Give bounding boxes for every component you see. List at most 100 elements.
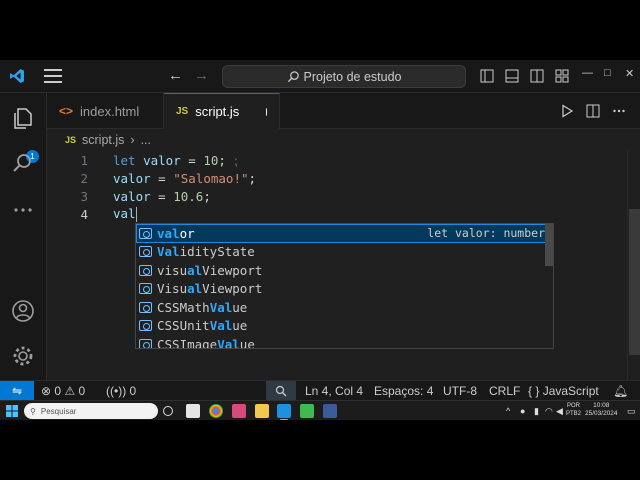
suggest-widget: val or let valor: number Val idityState vi… — [135, 223, 554, 349]
language-label: JavaScript — [542, 384, 599, 398]
maximize-button[interactable]: □ — [604, 67, 611, 79]
semicolon: ; — [218, 152, 226, 168]
code-line: 1 let valor = 10; ⁏ — [47, 151, 627, 169]
line-ending[interactable]: CRLF — [489, 384, 520, 398]
volume-icon[interactable]: ◀ — [556, 406, 563, 417]
code-line: 3 valor = 10.6; — [47, 187, 627, 205]
more-icon[interactable] — [10, 197, 36, 223]
customize-layout-icon[interactable] — [555, 69, 569, 83]
command-center-search[interactable]: Projeto de estudo — [222, 65, 466, 88]
breadcrumb: JS script.js › ... — [47, 129, 640, 151]
account-icon[interactable] — [10, 298, 36, 324]
search-icon — [287, 71, 299, 83]
search-icon[interactable] — [10, 150, 36, 176]
suggestion-item[interactable]: val or let valor: number — [136, 224, 553, 243]
variable-icon — [139, 227, 152, 239]
encoding[interactable]: UTF-8 — [443, 384, 477, 398]
semicolon: ; — [248, 170, 257, 186]
toggle-panel-icon[interactable] — [505, 69, 519, 83]
suggestion-item[interactable]: CSSMath Val ue — [136, 298, 553, 317]
toggle-primary-sidebar-icon[interactable] — [480, 69, 494, 83]
suggestion-item[interactable]: CSSUnit Val ue — [136, 317, 553, 336]
suggestion-rest: ue — [232, 299, 248, 315]
tab-script-js[interactable]: JS script.js — [164, 93, 280, 129]
problems-status[interactable]: ⊗ 0 ⚠ 0 — [41, 384, 85, 398]
language-mode[interactable]: { } JavaScript — [528, 384, 599, 398]
search-icon: ⚲ — [30, 406, 36, 416]
vscode-taskbar-icon[interactable] — [277, 404, 291, 420]
cursor-position[interactable]: Ln 4, Col 4 — [305, 384, 363, 398]
semicolon: ; — [203, 188, 211, 204]
input-language[interactable]: POR PTB2 — [566, 402, 581, 418]
taskbar-search-placeholder: Pesquisar — [40, 406, 77, 416]
app-icon[interactable] — [323, 404, 337, 418]
files-icon[interactable] — [10, 105, 36, 131]
windows-taskbar: ⚲ Pesquisar ^ ● ▮ ◠ ◀ POR PTB2 10:08 25/… — [0, 400, 640, 420]
tab-index-html[interactable]: <> index.html — [47, 93, 164, 129]
suggest-scrollbar[interactable] — [545, 224, 553, 266]
suggestion-rest: Viewport — [202, 281, 263, 297]
suggestion-item[interactable]: CSSImage Val ue — [136, 335, 553, 349]
warning-count: 0 — [78, 384, 86, 398]
line-number: 2 — [80, 170, 88, 186]
mic-icon[interactable]: ● — [520, 406, 525, 416]
warning-icon: ⚠ — [64, 384, 76, 398]
suggestion-item[interactable]: Visu al Viewport — [136, 280, 553, 299]
tray-chevron-icon[interactable]: ^ — [506, 406, 510, 416]
breadcrumb-more[interactable]: ... — [141, 133, 151, 147]
split-editor-icon[interactable] — [586, 104, 600, 118]
minimize-button[interactable]: — — [582, 67, 593, 79]
task-view-icon[interactable] — [163, 406, 173, 416]
breadcrumb-file[interactable]: script.js — [82, 133, 124, 147]
zoom-icon — [275, 385, 287, 397]
clock-date: 25/03/2024 — [585, 410, 618, 417]
taskbar-clock[interactable]: 10:08 25/03/2024 — [585, 402, 618, 418]
widgets-icon[interactable] — [186, 404, 200, 418]
chrome-icon[interactable] — [209, 404, 223, 418]
operator: = — [188, 152, 196, 168]
run-icon[interactable] — [560, 104, 574, 118]
indentation[interactable]: Espaços: 4 — [374, 384, 433, 398]
terminal-icon[interactable] — [300, 404, 314, 418]
ports-status[interactable]: ((•)) 0 — [106, 384, 136, 398]
suggestion-match: Val — [209, 299, 233, 315]
variable-icon — [139, 264, 152, 276]
suggestion-item[interactable]: Val idityState — [136, 243, 553, 262]
scrollbar-thumb[interactable] — [629, 209, 640, 355]
vscode-window: ← → Projeto de estudo — □ ✕ 1 <> index.h… — [0, 60, 640, 420]
toggle-secondary-sidebar-icon[interactable] — [530, 69, 544, 83]
editor-scrollbar[interactable] — [627, 151, 640, 380]
zoom-button[interactable] — [266, 381, 296, 401]
notifications-bell-icon[interactable]: 🔔︎ — [613, 384, 628, 398]
suggestion-match: al — [187, 262, 203, 278]
menu-hamburger-icon[interactable] — [44, 69, 62, 83]
photos-icon[interactable] — [232, 404, 246, 418]
wifi-icon[interactable]: ◠ — [545, 406, 553, 417]
close-button[interactable]: ✕ — [625, 67, 634, 80]
suggestion-match: Val — [217, 336, 240, 349]
suggestion-match: al — [187, 281, 203, 297]
settings-gear-icon[interactable] — [10, 343, 36, 369]
suggestion-item[interactable]: visu al Viewport — [136, 261, 553, 280]
variable-icon — [139, 246, 152, 258]
variable-icon — [139, 283, 152, 295]
windows-start-icon[interactable] — [6, 405, 18, 417]
taskbar-search[interactable]: ⚲ Pesquisar — [24, 403, 158, 419]
file-explorer-icon[interactable] — [255, 404, 269, 418]
editor-tabs: <> index.html JS script.js — [47, 93, 640, 129]
remote-indicator-icon[interactable]: ⇋ — [0, 381, 34, 401]
suggestion-rest: idityState — [179, 244, 255, 260]
tab-label: index.html — [80, 103, 140, 119]
usb-icon[interactable]: ▮ — [534, 406, 539, 417]
forward-arrow-icon[interactable]: → — [194, 67, 209, 84]
unsaved-dot-icon[interactable] — [266, 107, 267, 116]
identifier: valor — [113, 170, 151, 186]
suggestion-prefix: CSSMath — [157, 299, 210, 315]
line-number: 4 — [80, 206, 88, 222]
variable-icon — [139, 301, 152, 313]
identifier: valor — [113, 188, 151, 204]
more-actions-icon[interactable] — [612, 104, 626, 118]
number-literal: 10 — [203, 152, 219, 168]
notification-center-icon[interactable]: ▭ — [627, 406, 636, 417]
back-arrow-icon[interactable]: ← — [168, 67, 183, 84]
